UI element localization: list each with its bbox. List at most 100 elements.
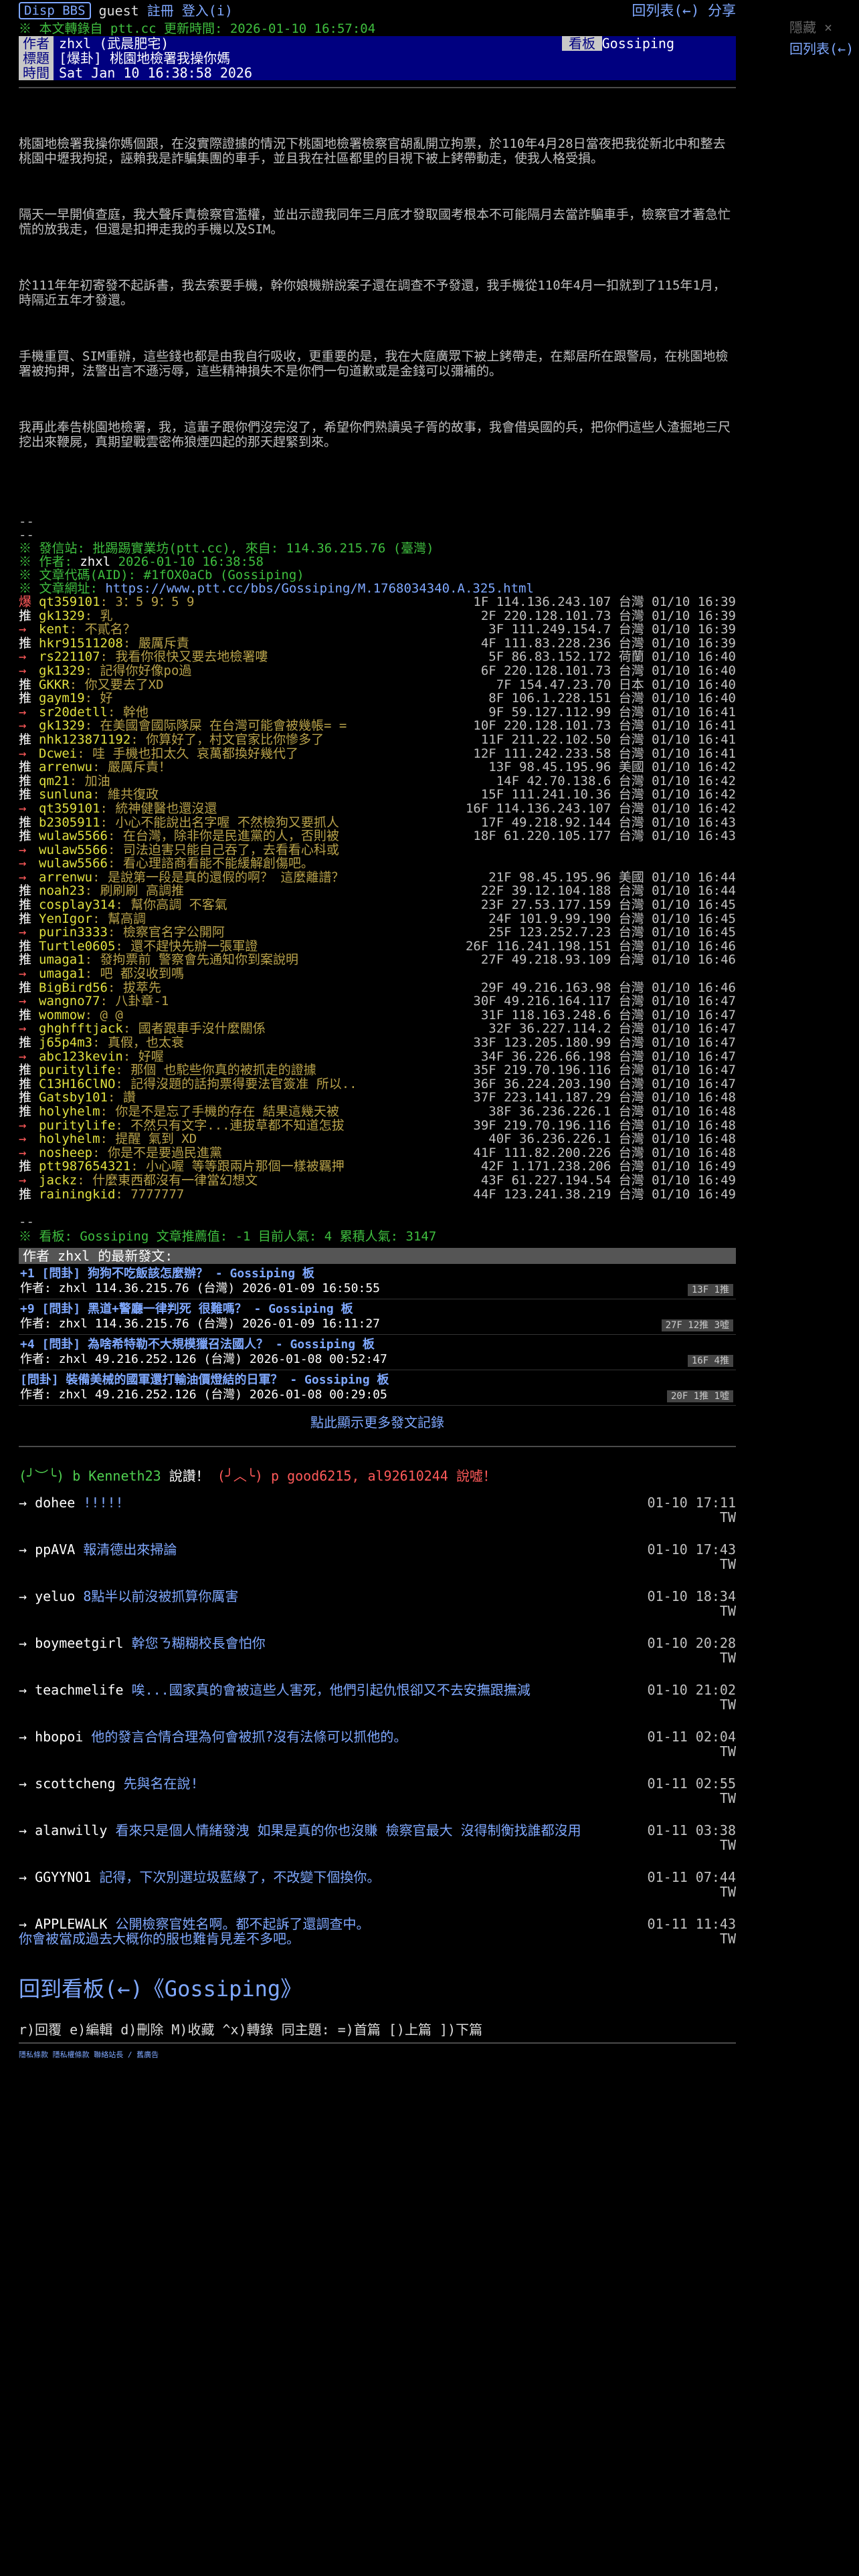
push-item: 推 wommow: @_@ 31F 118.163.248.6 台灣 01/10 1… xyxy=(19,1008,736,1023)
author-line-user[interactable]: zhxl xyxy=(80,554,110,569)
back-to-list-link[interactable]: 回列表(←) xyxy=(632,3,699,19)
show-more-posts-link[interactable]: 點此顯示更多發文記錄 xyxy=(19,1414,736,1431)
push-user[interactable]: purin3333 xyxy=(39,926,108,940)
header-divider xyxy=(19,87,736,88)
comment-item: → GGYYNO1 記得，下次別選垃圾藍綠了，不改變下個換你。 01-11 07:… xyxy=(19,1870,736,1917)
dislike-users[interactable]: p good6215, al92610244 xyxy=(271,1468,448,1484)
stats-block: -- ※ 看板: Gossiping 文章推薦值: -1 目前人氣: 4 累積人… xyxy=(19,1214,736,1244)
push-user[interactable]: ptt987654321 xyxy=(39,1160,130,1174)
push-item: 推 BigBird56: 拔萃先 29F 49.216.163.98 台灣 01/1… xyxy=(19,981,736,995)
register-link[interactable]: 註冊 xyxy=(147,2,174,19)
push-text: : @_@ xyxy=(84,1008,123,1023)
comment-user[interactable]: scottcheng xyxy=(35,1776,115,1792)
push-user[interactable]: rs221107 xyxy=(39,650,100,664)
push-user[interactable]: wulaw5566 xyxy=(39,829,108,843)
push-user[interactable]: wommow xyxy=(39,1008,85,1023)
comment-user[interactable]: hbopoi xyxy=(35,1729,83,1745)
push-text: : 那個 也駝些你真的被抓走的證據 xyxy=(115,1063,316,1077)
push-user[interactable]: gk1329 xyxy=(39,664,85,678)
related-post[interactable]: [問卦] 裝備美械的國軍還打輸油價燈結的日軍？ - Gossiping 板作者:… xyxy=(19,1370,736,1406)
push-user[interactable]: j65p4m3 xyxy=(39,1036,92,1050)
push-user[interactable]: cosplay314 xyxy=(39,898,115,912)
push-user[interactable]: nhk123871192 xyxy=(39,733,130,747)
disp-bbs-logo[interactable]: Disp BBS xyxy=(19,2,91,19)
push-user[interactable]: arrenwu xyxy=(39,760,92,774)
board-name[interactable]: Gossiping xyxy=(602,36,674,51)
comment-user[interactable]: ppAVA xyxy=(35,1541,75,1558)
push-user[interactable]: nosheep xyxy=(39,1146,92,1160)
push-user[interactable]: GKKR xyxy=(39,677,70,692)
push-user[interactable]: sunluna xyxy=(39,788,92,802)
push-user[interactable]: gaym19 xyxy=(39,691,85,706)
push-item: → wulaw5566: 司法迫害只能自己吞了，去看看心科或 xyxy=(19,843,736,857)
related-post[interactable]: +1 [問卦] 狗狗不吃飯該怎麼辦？ - Gossiping 板作者: zhxl… xyxy=(19,1264,736,1300)
push-user[interactable]: C13H16ClNO xyxy=(39,1077,115,1091)
comment-user[interactable]: boymeetgirl xyxy=(35,1635,123,1651)
push-text: : 統神健醫也還沒還 xyxy=(100,801,217,816)
comment-user[interactable]: teachmelife xyxy=(35,1682,123,1698)
related-post-badge: 20F 1推 1噓 xyxy=(666,1390,733,1403)
sidebar-back-link[interactable]: 回列表(←) xyxy=(789,40,854,58)
push-user[interactable]: ghghfftjack xyxy=(39,1022,123,1036)
push-user[interactable]: wangno77 xyxy=(39,994,100,1008)
push-item: → wulaw5566: 看心理諮商看能不能緩解創傷吧。 xyxy=(19,857,736,871)
push-user[interactable]: rainingkid xyxy=(39,1187,115,1202)
push-user[interactable]: qt359101 xyxy=(39,802,100,816)
push-user[interactable]: holyhelm xyxy=(39,1132,100,1146)
push-text: : 在台灣，除非你是民進黨的人，否則被 xyxy=(107,829,339,843)
push-user[interactable]: Dcwei xyxy=(39,746,77,761)
push-user[interactable]: noah23 xyxy=(39,884,85,898)
push-user[interactable]: puritylife xyxy=(39,1063,115,1077)
push-user[interactable]: jackz xyxy=(39,1174,77,1188)
push-user[interactable]: Turtle0605 xyxy=(39,940,115,954)
comment-user[interactable]: yeluo xyxy=(35,1588,75,1604)
push-user[interactable]: qt359101 xyxy=(39,595,100,609)
push-user[interactable]: sr20detll xyxy=(39,706,108,720)
time-tag: 時間 xyxy=(19,66,54,80)
comment-text: 他的發言合情合理為何會被抓?沒有法條可以抓他的。 xyxy=(91,1729,407,1745)
related-post[interactable]: +9 [問卦] 黑道+警廳一律判死 很難嗎？ - Gossiping 板作者: … xyxy=(19,1299,736,1335)
push-user[interactable]: hkr91511208 xyxy=(39,637,123,651)
push-user[interactable]: qm21 xyxy=(39,774,70,788)
related-post-title[interactable]: [問卦] 裝備美械的國軍還打輸油價燈結的日軍？ - Gossiping 板 xyxy=(20,1373,735,1388)
comment-user[interactable]: GGYYNO1 xyxy=(35,1869,91,1885)
article-url-link[interactable]: https://www.ptt.cc/bbs/Gossiping/M.17680… xyxy=(105,581,534,596)
related-post[interactable]: +4 [問卦] 為啥希特勒不大規模獵召法國人？ - Gossiping 板作者:… xyxy=(19,1335,736,1371)
push-user[interactable]: gk1329 xyxy=(39,609,85,623)
push-tag: → xyxy=(19,704,27,720)
push-ip-time: 15F 111.241.10.36 台灣 01/10 16:42 xyxy=(480,787,736,802)
push-item: 推 Gatsby101: 讚 37F 223.141.187.29 台灣 01/10… xyxy=(19,1091,736,1105)
push-tag: 爆 xyxy=(19,595,32,609)
push-ip-time: 24F 101.9.99.190 台灣 01/10 16:45 xyxy=(488,911,736,926)
share-link[interactable]: 分享 xyxy=(708,3,736,19)
push-user[interactable]: gk1329 xyxy=(39,719,85,733)
related-post-title[interactable]: +9 [問卦] 黑道+警廳一律判死 很難嗎？ - Gossiping 板 xyxy=(20,1302,735,1317)
comment-arrow: → xyxy=(19,1682,35,1699)
login-link[interactable]: 登入(i) xyxy=(182,2,233,19)
push-user[interactable]: umaga1 xyxy=(39,967,85,981)
push-user[interactable]: kent xyxy=(39,623,70,637)
push-user[interactable]: holyhelm xyxy=(39,1105,100,1119)
author-value[interactable]: zhxl (武晨肥宅) xyxy=(59,35,169,51)
push-user[interactable]: YenIgor xyxy=(39,912,92,926)
push-user[interactable]: umaga1 xyxy=(39,953,85,967)
related-post-title[interactable]: +4 [問卦] 為啥希特勒不大規模獵召法國人？ - Gossiping 板 xyxy=(20,1337,735,1352)
comment-user[interactable]: APPLEWALK xyxy=(35,1916,107,1932)
push-user[interactable]: b2305911 xyxy=(39,815,100,830)
like-users[interactable]: b Kenneth23 xyxy=(72,1468,161,1484)
push-user[interactable]: wulaw5566 xyxy=(39,857,108,871)
comment-user[interactable]: dohee xyxy=(35,1495,75,1511)
push-user[interactable]: BigBird56 xyxy=(39,981,108,995)
push-user[interactable]: wulaw5566 xyxy=(39,843,108,857)
push-user[interactable]: abc123kevin xyxy=(39,1049,123,1064)
push-user[interactable]: puritylife xyxy=(39,1118,115,1133)
push-user[interactable]: Gatsby101 xyxy=(39,1091,108,1105)
footer-links[interactable]: 隱私條款 隱私權條款 聯絡站長 / 舊廣告 xyxy=(19,2046,736,2064)
comment-user[interactable]: alanwilly xyxy=(35,1822,107,1838)
back-to-board-link[interactable]: 回到看板(←)《Gossiping》 xyxy=(19,1975,736,2002)
comment-time: 01-11 07:44 TW xyxy=(647,1869,736,1901)
hide-sidebar-button[interactable]: 隱藏 × xyxy=(789,19,854,36)
related-post-title[interactable]: +1 [問卦] 狗狗不吃飯該怎麼辦？ - Gossiping 板 xyxy=(20,1267,735,1281)
push-user[interactable]: arrenwu xyxy=(39,871,92,885)
time-value: Sat Jan 10 16:38:58 2026 xyxy=(59,65,252,81)
